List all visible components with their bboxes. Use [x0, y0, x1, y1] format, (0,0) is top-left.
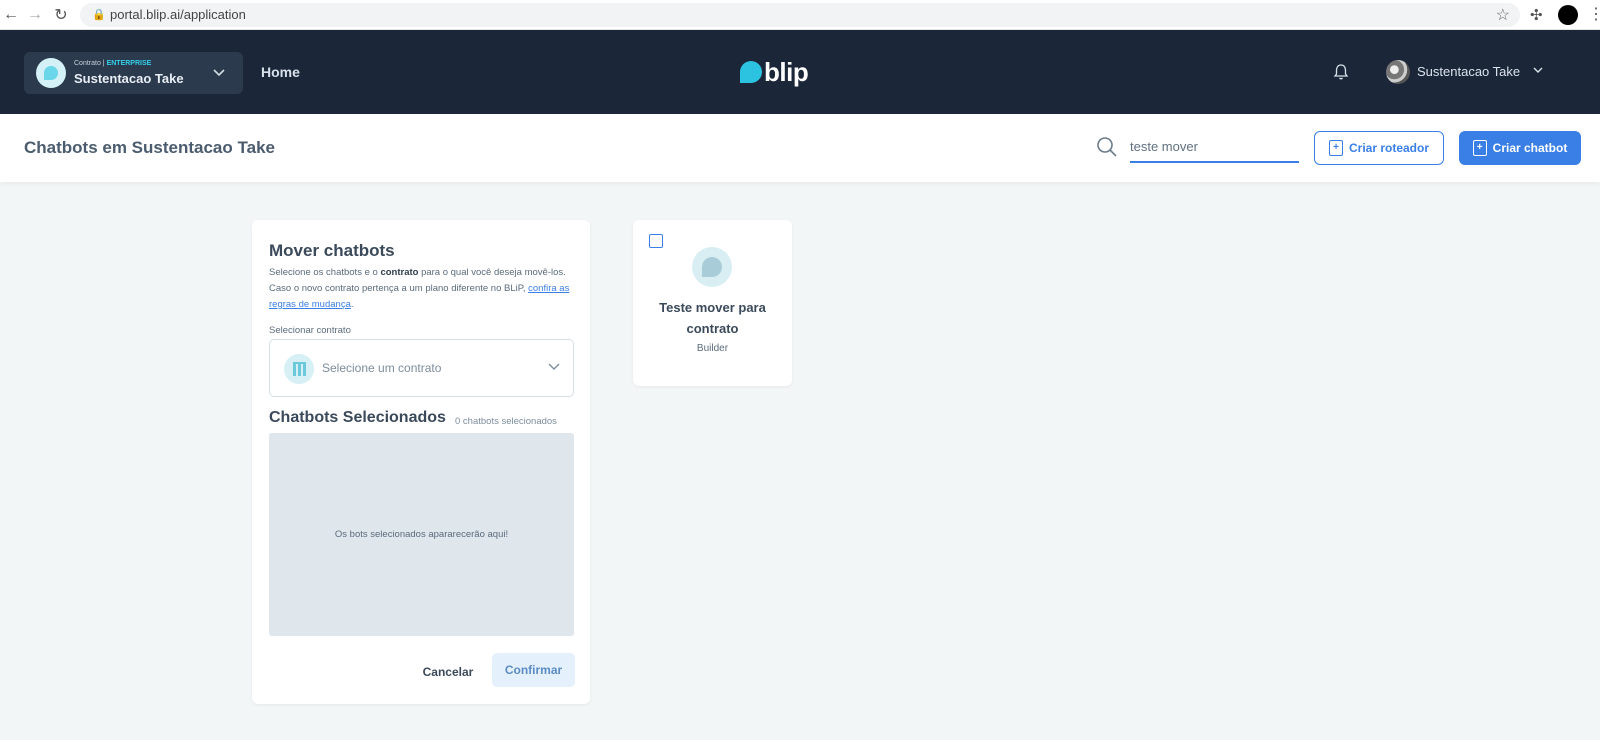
chevron-down-icon [211, 64, 227, 83]
chatbot-name: Teste mover para contrato [659, 300, 766, 336]
desc-end: . [350, 299, 354, 310]
blip-logo[interactable]: blip [740, 56, 809, 88]
panel-title: Mover chatbots [269, 241, 395, 260]
user-menu-chevron-icon[interactable] [1532, 64, 1544, 79]
browser-toolbar: ← → ↻ 🔒 portal.blip.ai/application ☆ ✣ ⋮ [0, 0, 1600, 30]
contract-prefix: Contrato | [74, 60, 105, 67]
panel-description: Selecione os chatbots e o contrato para … [269, 265, 575, 313]
desc-part1: Selecione os chatbots e o [269, 267, 381, 278]
create-router-label: Criar roteador [1348, 141, 1430, 155]
bookmark-star-icon[interactable]: ☆ [1496, 5, 1510, 25]
chatbot-select-checkbox[interactable] [649, 234, 663, 248]
create-chatbot-button[interactable]: + Criar chatbot [1459, 131, 1581, 165]
browser-profile-avatar[interactable] [1558, 5, 1578, 25]
contract-name: Sustentacao Take [74, 71, 184, 86]
chatbot-card[interactable]: Teste mover para contrato Builder [633, 220, 792, 386]
chatbot-type: Builder [696, 343, 729, 354]
contract-plan-line: Contrato | ENTERPRISE [74, 60, 151, 67]
bell-icon[interactable] [1331, 62, 1351, 82]
address-bar[interactable]: 🔒 portal.blip.ai/application ☆ [80, 3, 1520, 27]
contract-selector[interactable]: Contrato | ENTERPRISE Sustentacao Take [24, 52, 243, 94]
url-text: portal.blip.ai/application [110, 7, 246, 22]
page-header: Chatbots em Sustentacao Take + Criar rot… [0, 114, 1600, 182]
chatbot-avatar [692, 247, 732, 287]
page-title: Chatbots em Sustentacao Take [24, 138, 275, 157]
contract-select[interactable]: Selecione um contrato [269, 339, 574, 397]
user-name[interactable]: Sustentacao Take [1417, 64, 1520, 79]
selected-chatbots-title: Chatbots Selecionados [269, 409, 446, 426]
reload-icon[interactable]: ↻ [50, 4, 72, 26]
blip-logo-bubble-icon [740, 61, 762, 83]
move-chatbots-panel: Mover chatbots Selecione os chatbots e o… [252, 220, 590, 704]
selected-bots-area: Os bots selecionados apararecerão aqui! [269, 433, 574, 636]
home-link[interactable]: Home [261, 64, 300, 80]
lock-icon: 🔒 [92, 9, 106, 21]
empty-state-text: Os bots selecionados apararecerão aqui! [334, 529, 509, 540]
back-arrow-icon[interactable]: ← [0, 4, 22, 26]
search-input[interactable] [1130, 132, 1299, 163]
logo-text: blip [764, 56, 809, 87]
confirm-button[interactable]: Confirmar [492, 653, 575, 687]
extensions-puzzle-icon[interactable]: ✣ [1530, 6, 1543, 24]
search-icon [1096, 136, 1118, 158]
add-file-icon: + [1328, 140, 1343, 156]
contract-avatar [36, 58, 66, 88]
building-icon [284, 354, 314, 384]
contract-select-placeholder: Selecione um contrato [322, 361, 442, 375]
create-router-button[interactable]: + Criar roteador [1314, 131, 1444, 165]
add-file-icon: + [1472, 140, 1487, 156]
top-navbar: Contrato | ENTERPRISE Sustentacao Take H… [0, 30, 1600, 114]
browser-menu-icon[interactable]: ⋮ [1588, 4, 1600, 24]
chat-bubble-icon [702, 257, 722, 277]
selected-count: 0 chatbots selecionados [455, 416, 557, 427]
user-avatar[interactable] [1386, 60, 1410, 84]
forward-arrow-icon[interactable]: → [24, 4, 46, 26]
chevron-down-icon [546, 358, 562, 377]
select-contract-label: Selecionar contrato [269, 325, 351, 336]
create-chatbot-label: Criar chatbot [1492, 141, 1568, 155]
contract-plan: ENTERPRISE [106, 60, 152, 67]
desc-bold: contrato [380, 267, 419, 278]
cancel-button[interactable]: Cancelar [418, 655, 478, 689]
